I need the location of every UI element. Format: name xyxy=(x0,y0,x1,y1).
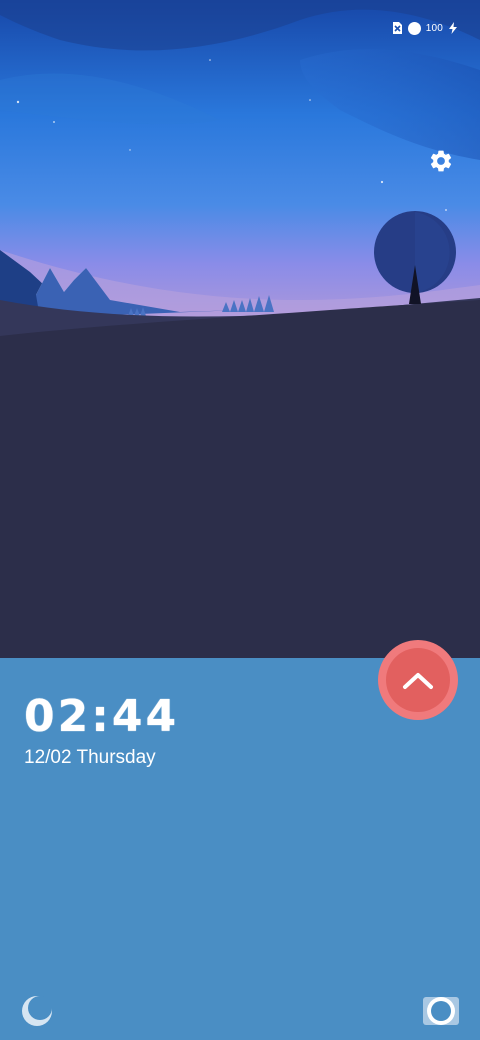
lock-screen: 100 02:44 12/02 Thursday xyxy=(0,0,480,1040)
settings-button[interactable] xyxy=(426,146,456,176)
gear-icon xyxy=(430,150,452,172)
bolt-icon xyxy=(448,22,458,34)
no-sim-icon xyxy=(391,22,403,34)
clock-date: 12/02 Thursday xyxy=(24,747,156,768)
camera-lens-icon xyxy=(423,997,459,1025)
unlock-button-inner xyxy=(386,648,450,712)
battery-level: 100 xyxy=(425,22,443,34)
loading-circle-shortcut[interactable] xyxy=(20,994,54,1028)
clock-time: 02:44 xyxy=(24,691,180,742)
wallpaper-illustration xyxy=(0,0,480,660)
unlock-button[interactable] xyxy=(378,640,458,720)
circle-icon xyxy=(407,21,421,35)
status-bar: 100 xyxy=(391,16,458,40)
ground xyxy=(0,300,480,660)
camera-shortcut[interactable] xyxy=(422,994,460,1028)
chevron-up-icon xyxy=(403,673,433,689)
loading-circle-icon xyxy=(22,996,52,1026)
